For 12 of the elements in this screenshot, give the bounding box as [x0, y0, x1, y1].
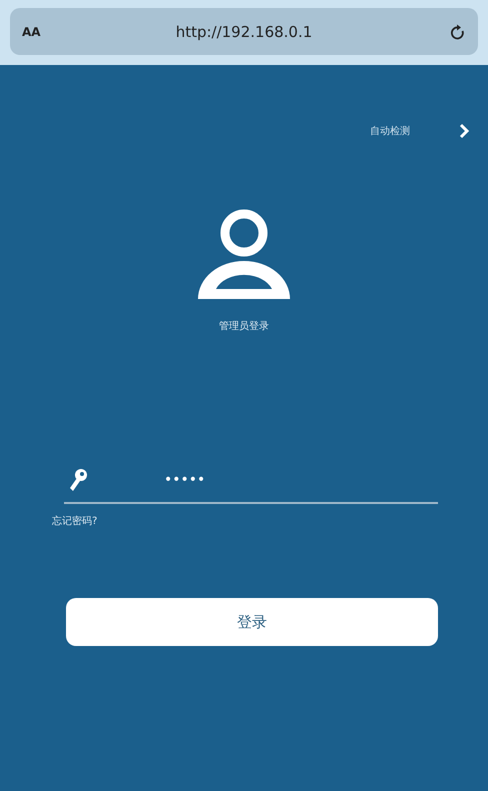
auto-detect-link[interactable]: 自动检测 — [370, 124, 410, 138]
text-size-button[interactable]: AA — [22, 24, 82, 38]
key-icon — [68, 468, 88, 492]
admin-login-title: 管理员登录 — [219, 320, 269, 333]
login-button[interactable]: 登录 — [66, 598, 438, 646]
reload-icon[interactable] — [450, 22, 466, 40]
address-bar[interactable]: AA http://192.168.0.1 — [10, 8, 478, 55]
url-text: http://192.168.0.1 — [174, 22, 314, 40]
chevron-right-icon[interactable] — [458, 123, 470, 139]
password-field[interactable]: ••••• — [164, 472, 364, 488]
user-icon — [196, 209, 292, 301]
forgot-password-link[interactable]: 忘记密码? — [52, 514, 98, 528]
